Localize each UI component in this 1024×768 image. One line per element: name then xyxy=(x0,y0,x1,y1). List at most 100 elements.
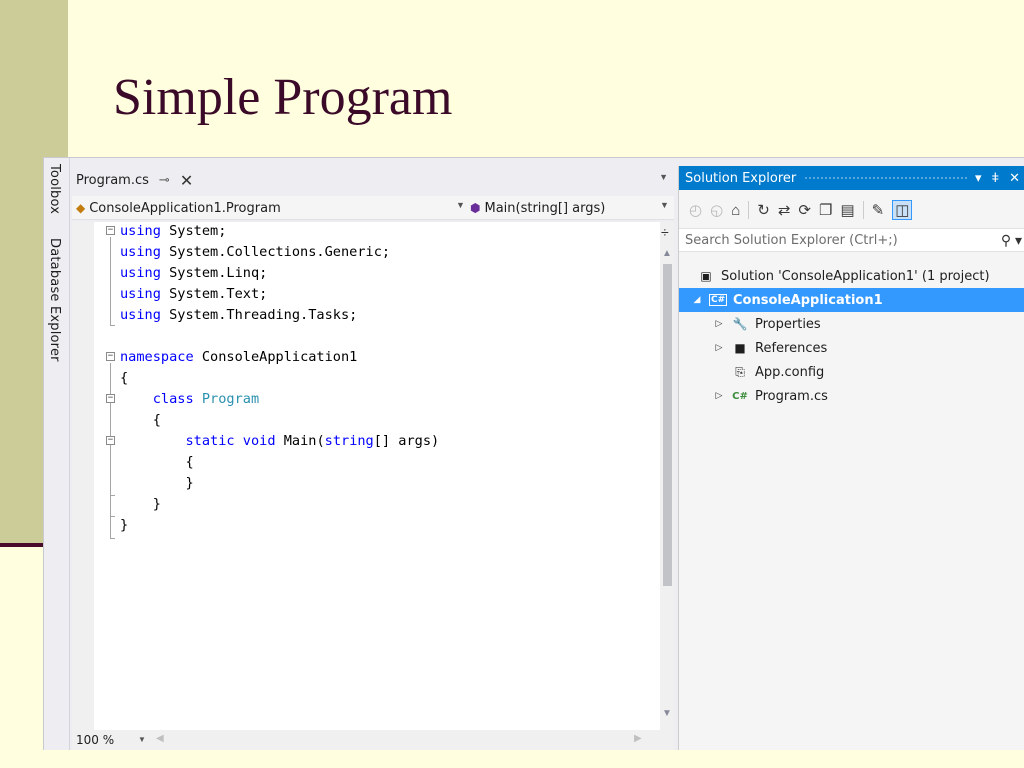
tree-item-label: References xyxy=(755,340,828,356)
search-input[interactable]: Search Solution Explorer (Ctrl+;) xyxy=(685,233,898,248)
vertical-scrollbar[interactable]: ÷ ▲ ▼ xyxy=(660,222,674,730)
solution-icon: ▣ xyxy=(700,269,712,283)
code-line[interactable]: } xyxy=(120,474,193,492)
code-text-area[interactable]: − − − − using System; using System.Collec… xyxy=(72,222,660,730)
collapse-icon[interactable]: − xyxy=(106,226,115,235)
split-icon[interactable]: ÷ xyxy=(661,224,669,240)
scroll-up-icon[interactable]: ▲ xyxy=(662,248,672,259)
chevron-down-icon[interactable]: ▼ xyxy=(456,200,465,210)
code-token: [] args) xyxy=(373,433,440,449)
code-line[interactable]: using System.Text; xyxy=(120,285,267,303)
toolbar-separator xyxy=(748,201,750,219)
close-icon[interactable]: ✕ xyxy=(180,171,193,190)
properties-icon[interactable]: ✎ xyxy=(872,201,885,219)
visual-studio-window: Toolbox Database Explorer Program.cs ⊸ ✕… xyxy=(43,157,1024,750)
code-line[interactable]: } xyxy=(120,516,128,534)
code-token: System.Threading.Tasks; xyxy=(160,307,358,323)
chevron-down-icon[interactable]: ▼ xyxy=(660,200,669,210)
pin-icon[interactable]: ⊸ xyxy=(159,173,170,188)
drag-grip[interactable] xyxy=(804,175,967,181)
editor-status-bar: 100 % ▼ ◀ ▶ xyxy=(72,730,674,750)
toolbar-separator xyxy=(862,201,864,219)
scroll-right-icon[interactable]: ▶ xyxy=(634,733,642,744)
editor-gutter xyxy=(72,222,94,730)
tree-item[interactable]: ◢ C# ConsoleApplication1 xyxy=(679,288,1024,312)
code-line[interactable]: using System.Linq; xyxy=(120,264,267,282)
outline-guide xyxy=(110,447,111,495)
tab-program-cs[interactable]: Program.cs ⊸ ✕ xyxy=(76,168,193,192)
expand-arrow-icon[interactable]: ▷ xyxy=(713,391,725,401)
home-icon[interactable]: ⌂ xyxy=(731,202,740,219)
search-icon[interactable]: ⚲ ▾ xyxy=(1001,232,1022,249)
navigation-bar: ◆ ConsoleApplication1.Program ▼ ⬢ Main(s… xyxy=(72,196,674,220)
tree-item[interactable]: ⎘ App.config xyxy=(713,360,824,384)
zoom-level[interactable]: 100 % xyxy=(76,733,114,747)
tree-item[interactable]: ▷ ■ References xyxy=(713,336,828,360)
scroll-down-icon[interactable]: ▼ xyxy=(662,708,672,719)
expand-arrow-icon[interactable]: ◢ xyxy=(691,295,703,305)
window-menu-icon[interactable]: ▾ xyxy=(975,170,982,186)
forward-icon[interactable]: ◵ xyxy=(710,201,723,219)
refresh-icon[interactable]: ⟳ xyxy=(798,201,811,219)
scroll-thumb[interactable] xyxy=(663,264,672,586)
show-all-files-icon[interactable]: ▤ xyxy=(840,201,854,219)
collapse-icon[interactable]: − xyxy=(106,436,115,445)
code-token: { xyxy=(120,454,194,470)
references-icon: ■ xyxy=(734,341,746,355)
code-line[interactable]: using System.Collections.Generic; xyxy=(120,243,390,261)
outline-guide-end xyxy=(110,325,115,326)
toolbox-tab[interactable]: Toolbox xyxy=(47,164,62,214)
type-dropdown[interactable]: ◆ ConsoleApplication1.Program xyxy=(76,199,468,217)
code-line[interactable]: { xyxy=(120,411,161,429)
tree-item[interactable]: ▣ Solution 'ConsoleApplication1' (1 proje… xyxy=(697,264,989,288)
code-line[interactable]: static void Main(string[] args) xyxy=(120,432,439,450)
slide-title: Simple Program xyxy=(113,69,453,126)
database-explorer-tab[interactable]: Database Explorer xyxy=(47,238,62,362)
back-icon[interactable]: ◴ xyxy=(689,201,702,219)
code-token: Main( xyxy=(275,433,325,449)
keyword-token: string xyxy=(324,433,374,449)
collapse-all-icon[interactable]: ❐ xyxy=(819,201,832,219)
code-line[interactable]: class Program xyxy=(120,390,259,408)
code-line[interactable]: } xyxy=(120,495,161,513)
expand-arrow-icon[interactable]: ▷ xyxy=(713,343,725,353)
code-line[interactable]: { xyxy=(120,453,194,471)
slide-divider xyxy=(0,543,46,547)
member-dropdown[interactable]: ⬢ Main(string[] args) xyxy=(470,199,670,217)
code-token: System; xyxy=(160,223,227,239)
code-line[interactable]: namespace ConsoleApplication1 xyxy=(120,348,357,366)
pending-changes-filter-icon[interactable]: ↻ xyxy=(757,201,770,219)
document-tab-bar: Program.cs ⊸ ✕ ▼ xyxy=(72,168,674,192)
outline-guide-end xyxy=(110,495,115,496)
tree-item-label: Program.cs xyxy=(755,388,828,404)
collapse-icon[interactable]: − xyxy=(106,352,115,361)
code-token: System.Collections.Generic; xyxy=(160,244,391,260)
tab-label: Program.cs xyxy=(76,172,149,188)
outline-guide xyxy=(110,237,111,325)
code-line[interactable]: { xyxy=(120,369,128,387)
keyword-token: namespace xyxy=(120,349,194,365)
tree-item[interactable]: ▷ 🔧 Properties xyxy=(713,312,821,336)
tree-item[interactable]: ▷ C# Program.cs xyxy=(713,384,828,408)
close-icon[interactable]: ✕ xyxy=(1009,170,1020,186)
keyword-token: static xyxy=(185,433,235,449)
code-token: { xyxy=(120,412,161,428)
type-token: Program xyxy=(201,391,260,407)
code-token: { xyxy=(120,370,129,386)
sync-icon[interactable]: ⇄ xyxy=(778,201,791,219)
preview-selected-icon[interactable]: ◫ xyxy=(892,200,913,220)
collapse-icon[interactable]: − xyxy=(106,394,115,403)
keyword-token: using xyxy=(120,286,161,302)
chevron-down-icon[interactable]: ▼ xyxy=(659,172,668,182)
code-line[interactable]: using System; xyxy=(120,222,226,240)
pin-icon[interactable]: ǂ xyxy=(992,170,1000,186)
chevron-down-icon[interactable]: ▼ xyxy=(138,735,146,744)
solution-search-box[interactable]: Search Solution Explorer (Ctrl+;) ⚲ ▾ xyxy=(679,228,1024,252)
expand-arrow-icon[interactable]: ▷ xyxy=(713,319,725,329)
code-line[interactable]: using System.Threading.Tasks; xyxy=(120,306,357,324)
keyword-token: using xyxy=(120,307,161,323)
scroll-left-icon[interactable]: ◀ xyxy=(156,733,164,744)
